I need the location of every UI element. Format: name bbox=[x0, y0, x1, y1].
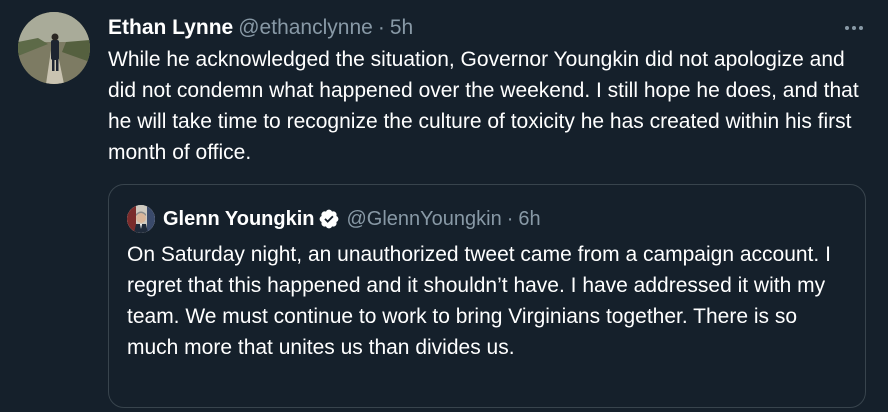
quoted-tweet-text: On Saturday night, an unauthorized tweet… bbox=[127, 243, 831, 359]
quoted-avatar-photo bbox=[127, 205, 155, 233]
quoted-tweet-header: Glenn Youngkin @GlennYoungkin · 6h bbox=[163, 205, 541, 233]
tweet: Ethan Lynne @ethanclynne · 5h While he a… bbox=[0, 0, 888, 412]
quoted-avatar[interactable] bbox=[127, 205, 155, 233]
tweet-timestamp[interactable]: 5h bbox=[390, 14, 413, 42]
avatar[interactable] bbox=[18, 12, 90, 84]
author-handle[interactable]: @ethanclynne bbox=[238, 14, 373, 42]
more-horizontal-icon bbox=[844, 26, 865, 30]
more-options-button[interactable] bbox=[840, 14, 868, 42]
quoted-separator-dot: · bbox=[506, 208, 514, 230]
avatar-photo bbox=[18, 12, 90, 84]
tweet-text: While he acknowledged the situation, Gov… bbox=[108, 48, 859, 164]
separator-dot: · bbox=[377, 16, 385, 39]
verified-badge-icon bbox=[318, 208, 340, 230]
quoted-tweet-card[interactable]: Glenn Youngkin @GlennYoungkin · 6h On Sa… bbox=[108, 184, 866, 408]
author-name[interactable]: Ethan Lynne bbox=[108, 14, 233, 42]
quoted-author-handle[interactable]: @GlennYoungkin bbox=[346, 205, 501, 233]
quoted-author-name[interactable]: Glenn Youngkin bbox=[163, 205, 314, 233]
quoted-tweet-timestamp[interactable]: 6h bbox=[518, 205, 540, 233]
tweet-header: Ethan Lynne @ethanclynne · 5h bbox=[108, 14, 413, 42]
